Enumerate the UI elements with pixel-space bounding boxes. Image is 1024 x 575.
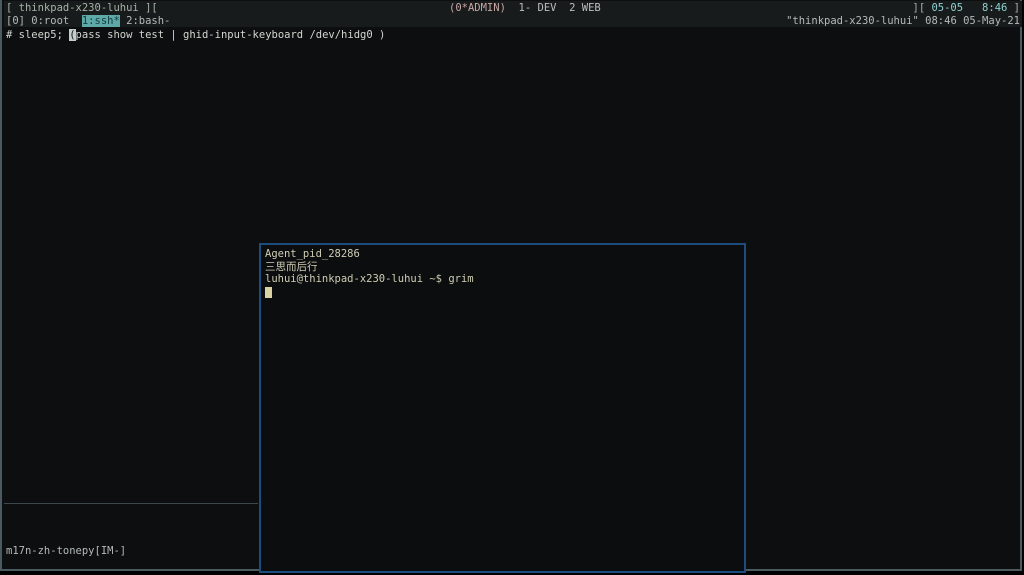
tmux-window-bash[interactable]: 2:bash- xyxy=(120,15,170,27)
clock-gap xyxy=(963,2,982,14)
tmux-status-bar: [0] 0:root 1:ssh* 2:bash- "thinkpad-x230… xyxy=(4,14,1022,27)
terminal-block-cursor xyxy=(265,286,272,298)
motd-chinese-line: 三思而后行 xyxy=(265,260,318,273)
cursor-line xyxy=(265,286,742,302)
screen-window-list: (0*ADMIN) 1- DEV 2 WEB xyxy=(449,2,601,14)
input-method-indicator: m17n-zh-tonepy[IM-] xyxy=(6,545,127,557)
tmux-session-and-window0[interactable]: [0] 0:root xyxy=(6,15,82,27)
status-date: 05-05 xyxy=(931,2,964,14)
agent-pid-line: Agent_pid_28286 xyxy=(265,248,360,260)
command-text-before-cursor: # sleep5; xyxy=(6,29,70,41)
tmux-active-window-ssh[interactable]: 1:ssh* xyxy=(81,15,120,27)
shell-prompt-line: luhui@thinkpad-x230-luhui ~$ grim xyxy=(265,273,474,285)
screen-hardstatus-bar: [ thinkpad-x230-luhui ][ (0*ADMIN) 1- DE… xyxy=(4,1,1022,14)
tmux-right-status: "thinkpad-x230-luhui" 08:46 05-May-21 xyxy=(786,15,1020,27)
tmux-window-list: [0] 0:root 1:ssh* 2:bash- xyxy=(6,15,170,27)
floating-terminal-window[interactable]: Agent_pid_28286 三思而后行 luhui@thinkpad-x23… xyxy=(259,243,746,573)
input-method-separator xyxy=(4,503,258,504)
hostname-label: [ thinkpad-x230-luhui ][ xyxy=(6,2,158,14)
status-time: 8:46 xyxy=(982,2,1008,14)
screen-clock-area: ][ 05-05 8:46 ] xyxy=(913,2,1021,14)
clock-close-bracket: ] xyxy=(1007,2,1020,14)
screen-windows-dev-web[interactable]: 1- DEV 2 WEB xyxy=(506,2,601,14)
shell-command-line[interactable]: # sleep5; (pass show test | ghid-input-k… xyxy=(6,29,385,42)
clock-open-bracket: ][ xyxy=(912,2,932,14)
screen-window-admin[interactable]: (0*ADMIN) xyxy=(449,2,506,14)
floating-terminal-content: Agent_pid_28286 三思而后行 luhui@thinkpad-x23… xyxy=(265,248,742,301)
command-text-after-cursor: pass show test | ghid-input-keyboard /de… xyxy=(75,29,386,41)
